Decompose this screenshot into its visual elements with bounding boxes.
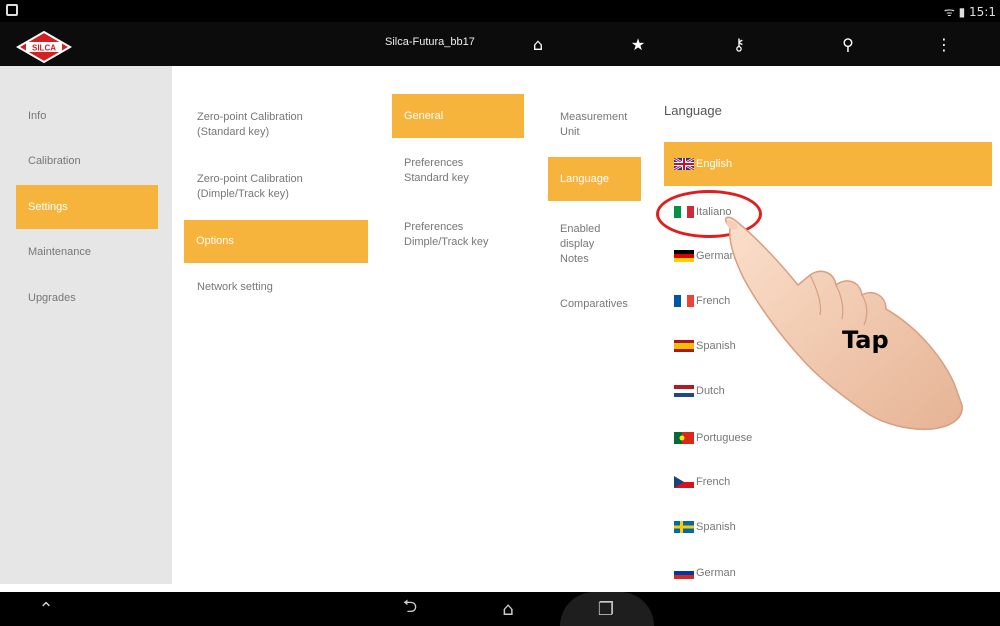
language-label: Spanish [696,521,736,533]
collapse-chevron-icon[interactable]: ⌃ [26,596,66,622]
language-option-selected[interactable]: English [664,142,992,186]
menu-item-preferences-standard[interactable]: Preferences Standard key [404,156,534,186]
status-bar: ᯤ ▮ 15:1 [0,0,1000,22]
menu-item-measurement-unit[interactable]: Measurement Unit [560,110,650,140]
language-option-german-2[interactable]: German [674,562,736,584]
sidebar-item-upgrades[interactable]: Upgrades [16,276,158,320]
language-label: German [696,567,736,579]
app-title: Silca-Futura_bb17 [385,36,475,48]
overflow-menu-icon[interactable]: ⋮ [929,32,959,56]
back-icon[interactable]: ⮌ [390,596,430,622]
language-title: Language [664,103,722,118]
notification-icon [6,4,18,16]
silca-logo: SILCA [16,30,72,64]
menu-item-options[interactable]: Options [184,220,368,263]
home-icon[interactable]: ⌂ [523,32,553,56]
status-indicators: ᯤ ▮ 15:1 [943,5,996,19]
language-option-french-2[interactable]: French [674,471,730,493]
language-option-english[interactable]: English [674,153,732,175]
portugal-flag-icon [674,432,694,444]
menu-item-zero-point-standard[interactable]: Zero-point Calibration (Standard key) [197,110,357,140]
netherlands-flag-icon [674,385,694,397]
menu-item-general[interactable]: General [392,94,524,138]
star-icon[interactable]: ★ [623,32,653,56]
language-option-spanish-2[interactable]: Spanish [674,516,736,538]
language-label: French [696,476,731,488]
menu-item-enabled-display-notes[interactable]: Enabled display Notes [560,222,650,267]
sidebar-item-maintenance[interactable]: Maintenance [16,230,158,274]
sweden-flag-icon [674,521,694,533]
svg-text:SILCA: SILCA [32,44,56,53]
czech-flag-icon [674,476,694,488]
uk-flag-icon [674,158,694,170]
germany-flag-icon [674,250,694,262]
sidebar-item-calibration[interactable]: Calibration [16,139,158,183]
france-flag-icon [674,295,694,307]
recents-icon[interactable]: ❐ [586,596,626,622]
sidebar-item-settings[interactable]: Settings [16,185,158,229]
menu-item-comparatives[interactable]: Comparatives [560,297,650,312]
menu-item-language[interactable]: Language [548,157,641,201]
search-icon[interactable]: ⚲ [833,32,863,56]
russia-flag-icon [674,567,694,579]
key-icon[interactable]: ⚷ [724,32,754,56]
menu-item-network-setting[interactable]: Network setting [197,280,357,295]
menu-item-zero-point-dimple[interactable]: Zero-point Calibration (Dimple/Track key… [197,172,357,202]
tap-label: Tap [842,326,889,354]
language-label: English [696,158,733,170]
menu-item-preferences-dimple[interactable]: Preferences Dimple/Track key [404,220,534,250]
spain-flag-icon [674,340,694,352]
sidebar-item-info[interactable]: Info [16,94,158,138]
home-nav-icon[interactable]: ⌂ [488,596,528,622]
